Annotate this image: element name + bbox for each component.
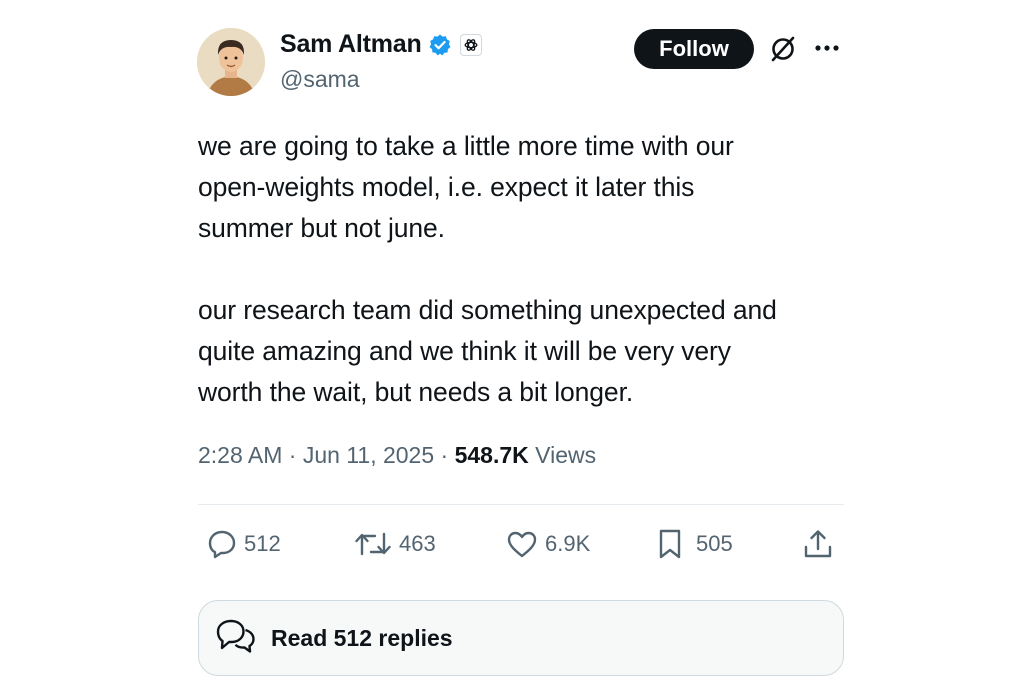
divider: [198, 504, 844, 505]
grok-icon[interactable]: [768, 34, 798, 64]
more-icon[interactable]: [812, 36, 842, 60]
read-replies-button[interactable]: Read 512 replies: [198, 600, 844, 676]
reply-icon: [208, 530, 236, 559]
tweet-time[interactable]: 2:28 AM: [198, 442, 282, 468]
tweet-meta: 2:28 AM · Jun 11, 2025 · 548.7K Views: [198, 442, 596, 469]
reply-count: 512: [244, 531, 281, 556]
repost-icon: [355, 532, 391, 556]
read-replies-label: Read 512 replies: [271, 624, 453, 651]
like-button[interactable]: 6.9K: [505, 528, 590, 560]
follow-button[interactable]: Follow: [634, 29, 754, 69]
like-count: 6.9K: [545, 531, 591, 556]
verified-badge-icon[interactable]: [428, 33, 452, 57]
views-count: 548.7K: [454, 442, 529, 468]
heart-icon: [507, 531, 537, 558]
bookmark-count: 505: [696, 531, 733, 556]
share-icon: [804, 530, 832, 558]
avatar[interactable]: [197, 28, 265, 96]
meta-separator: ·: [440, 442, 449, 468]
author-display-name[interactable]: Sam Altman: [280, 30, 422, 59]
bookmark-button[interactable]: 505: [656, 528, 733, 560]
tweet-text: we are going to take a little more time …: [198, 131, 777, 407]
repost-button[interactable]: 463: [353, 528, 436, 560]
views-label: Views: [535, 442, 597, 468]
author-handle[interactable]: @sama: [280, 66, 360, 93]
tweet-date[interactable]: Jun 11, 2025: [303, 442, 434, 468]
repost-count: 463: [399, 531, 436, 556]
share-button[interactable]: [802, 528, 834, 560]
bookmark-icon: [659, 529, 681, 559]
openai-logo-icon[interactable]: [459, 33, 482, 56]
meta-separator: ·: [288, 442, 297, 468]
reply-button[interactable]: 512: [206, 528, 281, 560]
author-name-row: Sam Altman: [280, 30, 482, 59]
conversation-icon: [215, 616, 257, 661]
